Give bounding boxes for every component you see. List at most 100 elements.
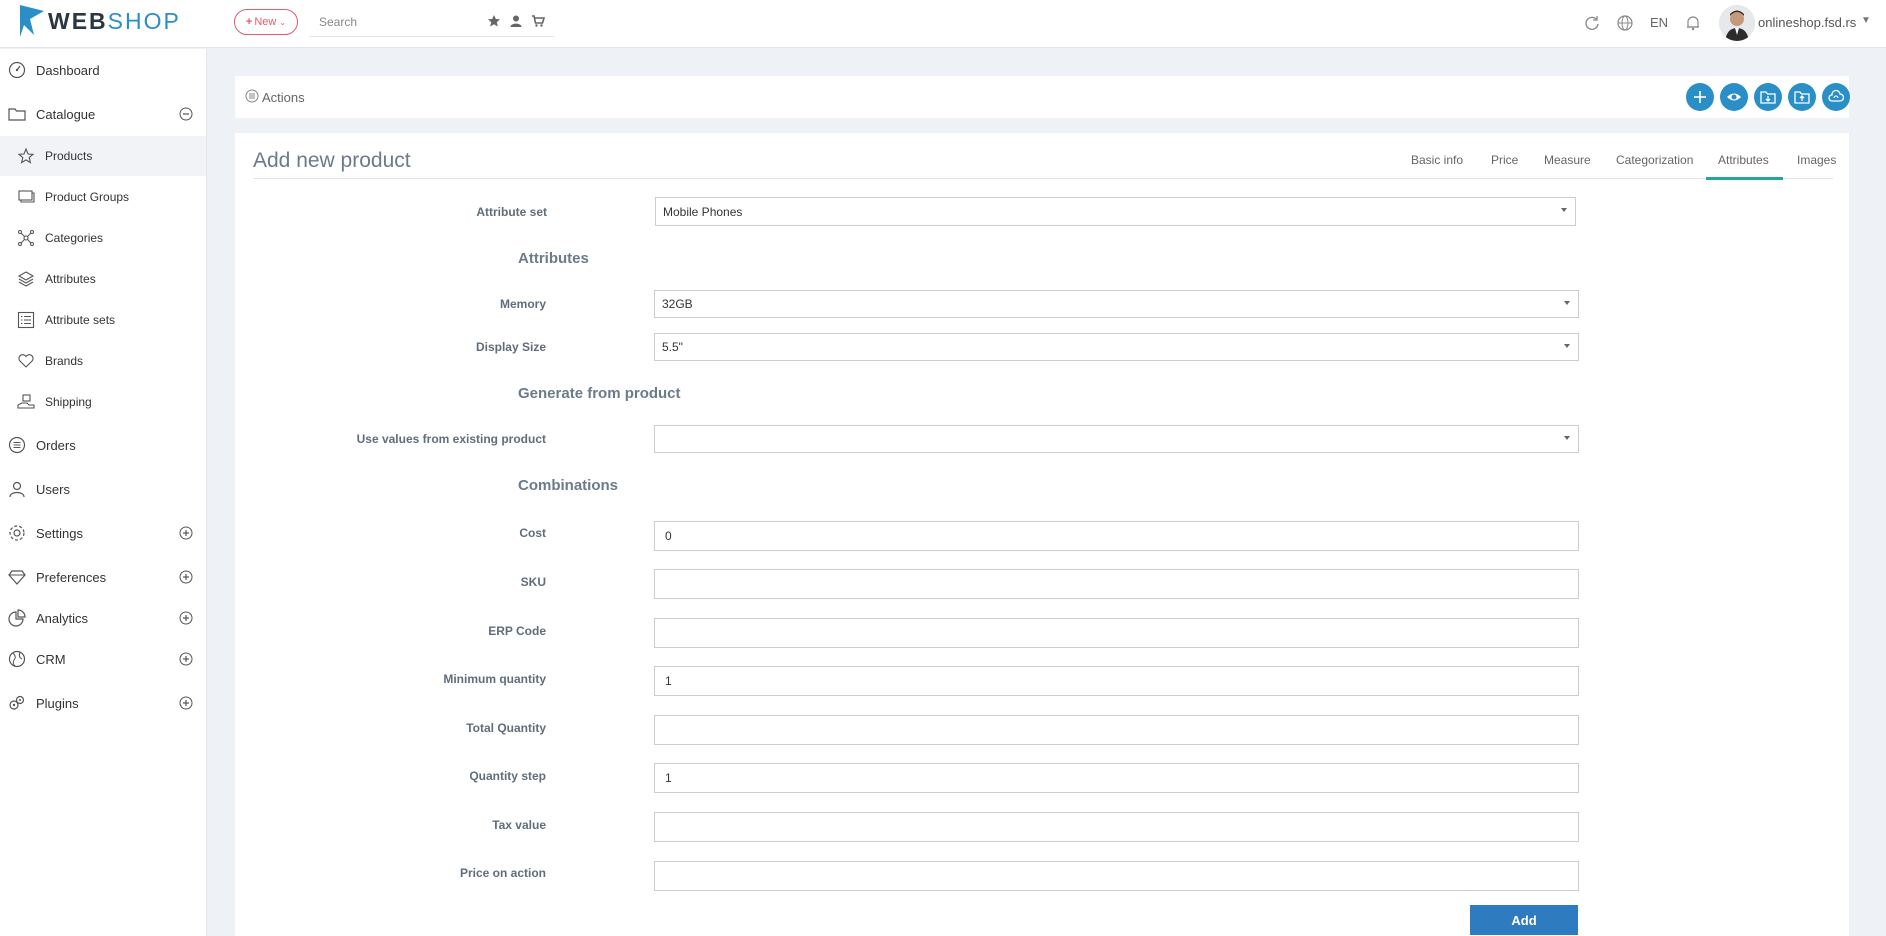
quantity-step-input[interactable]	[654, 763, 1579, 793]
sidebar-item-products[interactable]: Products	[0, 136, 206, 176]
new-button[interactable]: + New ⌄	[234, 9, 298, 35]
tab-images[interactable]: Images	[1797, 153, 1836, 167]
sidebar-item-label: Product Groups	[45, 190, 130, 204]
sidebar-item-label: Brands	[45, 354, 84, 368]
plus-icon	[1694, 91, 1706, 103]
menu-circle-icon[interactable]	[245, 89, 259, 103]
display-size-label: Display Size	[475, 340, 546, 354]
cost-label: Cost	[519, 526, 546, 540]
memory-label: Memory	[499, 297, 546, 311]
tab-price[interactable]: Price	[1491, 153, 1518, 167]
attributes-heading: Attributes	[518, 250, 589, 267]
bell-icon[interactable]	[1684, 14, 1702, 32]
cost-input[interactable]	[654, 521, 1579, 551]
globe-icon	[8, 650, 26, 668]
page-title: Add new product	[253, 149, 411, 172]
sidebar-item-label: Shipping	[45, 395, 92, 409]
total-quantity-input[interactable]	[654, 715, 1579, 745]
cloud-sync-icon	[1828, 89, 1844, 102]
memory-select[interactable]: 32GB	[654, 290, 1579, 318]
list-icon	[17, 311, 35, 329]
tab-categorization[interactable]: Categorization	[1616, 153, 1693, 167]
tab-attributes[interactable]: Attributes	[1718, 153, 1769, 167]
product-groups-icon	[18, 190, 35, 203]
folder-upload-icon	[1794, 91, 1810, 104]
export-action-button[interactable]	[1788, 83, 1816, 111]
star-icon	[17, 147, 35, 164]
sidebar-item-settings[interactable]: Settings	[0, 513, 206, 553]
expand-icon[interactable]	[179, 696, 193, 710]
sidebar-item-analytics[interactable]: Analytics	[0, 598, 206, 638]
price-on-action-input[interactable]	[654, 861, 1579, 891]
settings-icon	[9, 525, 25, 541]
minimum-quantity-input[interactable]	[654, 666, 1579, 696]
caret-down-icon	[1561, 208, 1567, 212]
expand-icon[interactable]	[179, 611, 193, 625]
product-form-panel: Add new product Basic info Price Measure…	[235, 133, 1849, 936]
shipping-icon	[17, 394, 35, 409]
sidebar-item-orders[interactable]: Orders	[0, 425, 206, 465]
caret-down-icon[interactable]: ▼	[1861, 15, 1871, 26]
user-icon[interactable]	[509, 14, 523, 28]
orders-icon	[8, 436, 26, 454]
tax-value-input[interactable]	[654, 812, 1579, 842]
categories-icon	[18, 230, 34, 246]
sidebar-item-attribute-sets[interactable]: Attribute sets	[0, 300, 206, 340]
attribute-set-value: Mobile Phones	[663, 204, 743, 219]
sidebar-item-categories[interactable]: Categories	[0, 218, 206, 258]
display-size-select[interactable]: 5.5"	[654, 333, 1579, 361]
existing-product-select[interactable]	[654, 425, 1579, 453]
actions-bar: Actions	[235, 76, 1850, 118]
logo-text: WEBSHOP	[48, 7, 181, 34]
existing-product-label: Use values from existing product	[356, 432, 546, 446]
layers-icon	[17, 271, 35, 287]
sidebar-item-users[interactable]: Users	[0, 469, 206, 509]
folder-download-icon	[1760, 91, 1776, 104]
sidebar-item-shipping[interactable]: Shipping	[0, 382, 206, 422]
sidebar-item-label: Orders	[36, 437, 76, 453]
chevron-down-icon: ⌄	[279, 17, 287, 27]
import-action-button[interactable]	[1754, 83, 1782, 111]
expand-icon[interactable]	[179, 652, 193, 666]
user-name[interactable]: onlineshop.fsd.rs	[1758, 15, 1856, 30]
cart-icon[interactable]	[531, 14, 545, 28]
sidebar-item-preferences[interactable]: Preferences	[0, 557, 206, 597]
globe-icon[interactable]	[1616, 14, 1634, 32]
collapse-icon[interactable]	[179, 107, 193, 121]
star-icon[interactable]	[487, 14, 501, 28]
minimum-quantity-label: Minimum quantity	[443, 672, 546, 686]
sidebar-item-label: Settings	[36, 525, 83, 541]
sidebar-item-product-groups[interactable]: Product Groups	[0, 177, 206, 217]
sidebar-item-label: Attribute sets	[45, 313, 116, 327]
sync-action-button[interactable]	[1822, 83, 1850, 111]
sidebar-item-crm[interactable]: CRM	[0, 639, 206, 679]
webshop-logo[interactable]: WEBSHOP	[20, 5, 181, 37]
sidebar-item-plugins[interactable]: Plugins	[0, 683, 206, 723]
sidebar-item-brands[interactable]: Brands	[0, 341, 206, 381]
sidebar-item-label: CRM	[36, 651, 66, 667]
sidebar: Dashboard Catalogue Products Product Gro…	[0, 49, 207, 936]
expand-icon[interactable]	[179, 526, 193, 540]
search-bar	[309, 8, 554, 37]
sidebar-item-dashboard[interactable]: Dashboard	[0, 50, 206, 90]
sku-input[interactable]	[654, 569, 1579, 599]
sidebar-item-attributes[interactable]: Attributes	[0, 259, 206, 299]
erp-code-input[interactable]	[654, 618, 1579, 648]
language-selector[interactable]: EN	[1650, 15, 1668, 30]
preview-action-button[interactable]	[1720, 83, 1748, 111]
avatar[interactable]	[1719, 5, 1755, 41]
add-button[interactable]: Add	[1470, 905, 1578, 935]
search-input[interactable]	[309, 8, 481, 36]
caret-down-icon	[1564, 436, 1570, 440]
top-bar: WEBSHOP + New ⌄ EN onlineshop.fsd.rs ▼	[0, 0, 1886, 48]
quantity-step-label: Quantity step	[469, 769, 546, 783]
add-action-button[interactable]	[1686, 83, 1714, 111]
tabs-divider	[253, 178, 1833, 179]
expand-icon[interactable]	[179, 570, 193, 584]
new-button-label: New	[254, 16, 277, 28]
tab-measure[interactable]: Measure	[1544, 153, 1591, 167]
refresh-icon[interactable]	[1583, 14, 1601, 32]
sidebar-item-catalogue[interactable]: Catalogue	[0, 94, 206, 134]
attribute-set-select[interactable]: Mobile Phones	[655, 197, 1576, 226]
tab-basic-info[interactable]: Basic info	[1411, 153, 1463, 167]
